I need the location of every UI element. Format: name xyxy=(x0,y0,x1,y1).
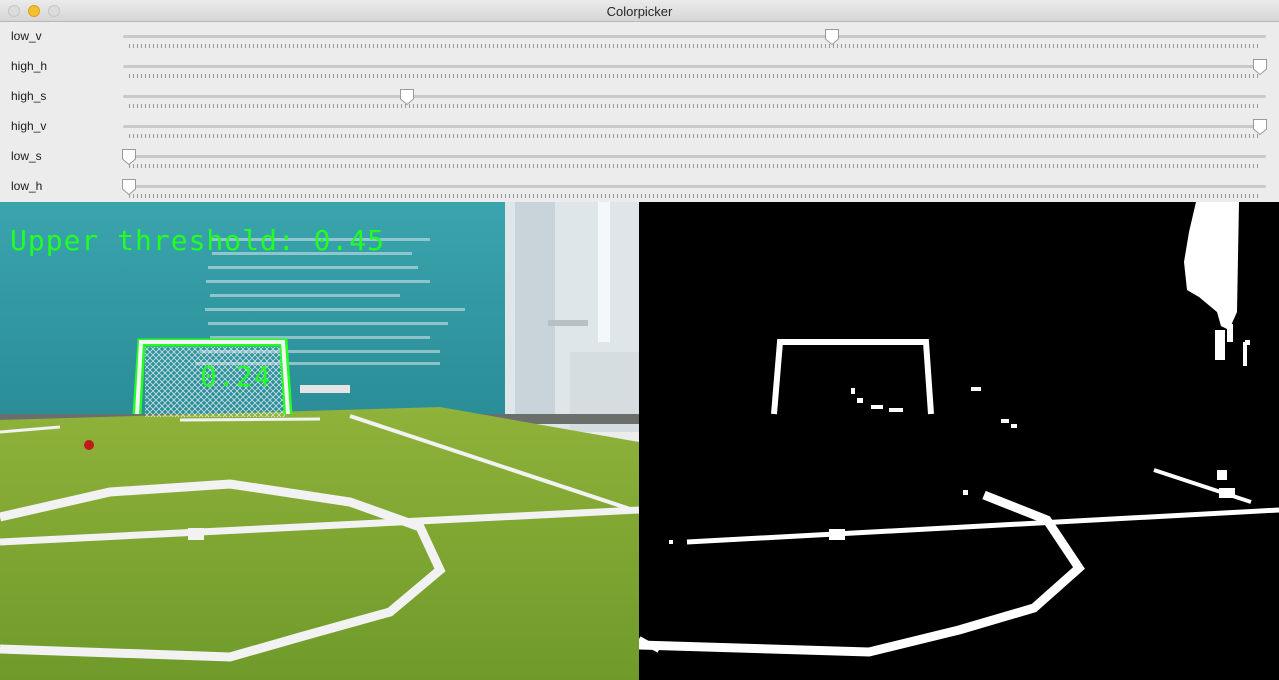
slider-low-h[interactable] xyxy=(121,172,1266,202)
window-title: Colorpicker xyxy=(606,4,673,19)
slider-thumb[interactable] xyxy=(121,148,137,166)
slider-row-high-v: high_v xyxy=(0,112,1279,142)
slider-ticks xyxy=(129,194,1260,198)
slider-track[interactable] xyxy=(123,35,1266,38)
slider-ticks xyxy=(129,164,1260,168)
mask-view xyxy=(639,202,1279,680)
slider-row-high-s: high_s xyxy=(0,82,1279,112)
slider-thumb[interactable] xyxy=(399,88,415,106)
goal-confidence-label: 0.24 xyxy=(200,360,272,393)
slider-low-s[interactable] xyxy=(121,142,1266,172)
slider-low-v[interactable] xyxy=(123,22,1266,52)
colorpicker-window: Colorpicker low_v high_h high_s high_v l… xyxy=(0,0,1279,680)
slider-high-v[interactable] xyxy=(123,112,1268,142)
slider-row-low-v: low_v xyxy=(0,22,1279,52)
slider-high-s[interactable] xyxy=(123,82,1266,112)
slider-track[interactable] xyxy=(123,65,1266,68)
slider-label: high_v xyxy=(11,119,47,133)
slider-label: high_s xyxy=(11,89,47,103)
slider-row-low-s: low_s xyxy=(0,142,1279,172)
slider-row-high-h: high_h xyxy=(0,52,1279,82)
slider-ticks xyxy=(129,74,1260,78)
slider-high-h[interactable] xyxy=(123,52,1268,82)
slider-track[interactable] xyxy=(123,155,1266,158)
upper-threshold-label: Upper threshold: 0.45 xyxy=(10,224,386,257)
slider-panel: low_v high_h high_s high_v low_s low_h xyxy=(0,22,1279,202)
slider-track[interactable] xyxy=(123,125,1266,128)
slider-thumb[interactable] xyxy=(1252,118,1268,136)
slider-ticks xyxy=(129,104,1260,108)
slider-label: low_v xyxy=(11,29,42,43)
slider-row-low-h: low_h xyxy=(0,172,1279,202)
slider-track[interactable] xyxy=(123,95,1266,98)
slider-track[interactable] xyxy=(123,185,1266,188)
image-views: Upper threshold: 0.45 0.24 xyxy=(0,202,1279,680)
slider-label: low_s xyxy=(11,149,42,163)
camera-image xyxy=(0,202,639,680)
slider-thumb[interactable] xyxy=(1252,58,1268,76)
slider-thumb[interactable] xyxy=(824,28,840,46)
slider-label: low_h xyxy=(11,179,43,193)
slider-label: high_h xyxy=(11,59,48,73)
slider-ticks xyxy=(129,44,1260,48)
camera-view: Upper threshold: 0.45 0.24 xyxy=(0,202,639,680)
slider-thumb[interactable] xyxy=(121,178,137,196)
title-bar: Colorpicker xyxy=(0,0,1279,22)
slider-ticks xyxy=(129,134,1260,138)
mask-image xyxy=(639,202,1279,680)
